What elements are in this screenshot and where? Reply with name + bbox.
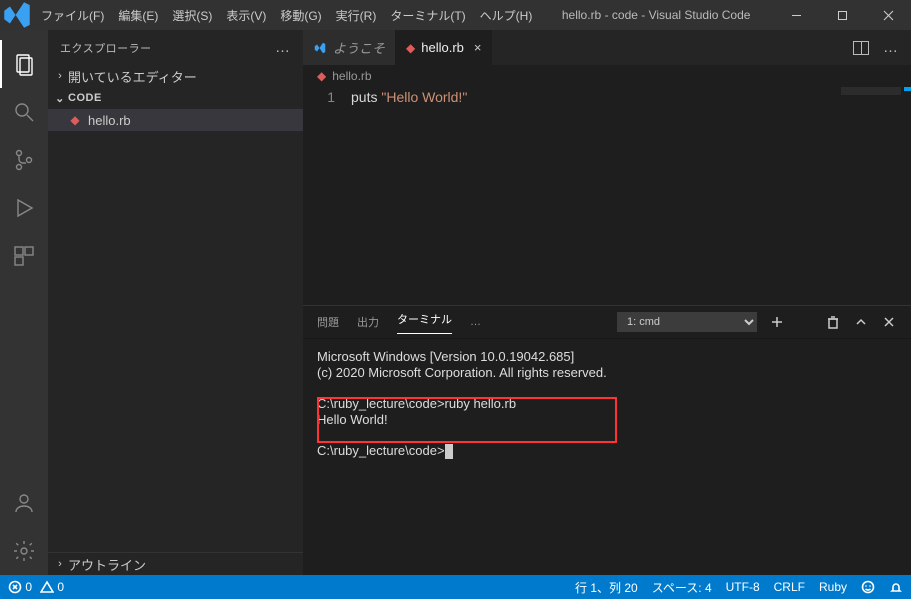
bottom-panel: 問題 出力 ターミナル … 1: cmd Microsoft Windows […: [303, 305, 911, 575]
folder-root-label: CODE: [68, 92, 102, 104]
status-warnings[interactable]: 0: [40, 580, 64, 595]
ruby-file-icon: ◆: [68, 113, 82, 127]
status-indent[interactable]: スペース: 4: [652, 579, 712, 596]
code-editor[interactable]: 1 puts "Hello World!": [303, 87, 911, 305]
chevron-right-icon: ›: [52, 70, 68, 82]
line-number: 1: [303, 87, 351, 305]
term-l1: Microsoft Windows [Version 10.0.19042.68…: [317, 349, 574, 364]
maximize-panel-icon[interactable]: [853, 314, 869, 330]
menu-run[interactable]: 実行(R): [329, 7, 384, 24]
panel-tab-more[interactable]: …: [470, 316, 481, 328]
status-bar: 0 0 行 1、列 20 スペース: 4 UTF-8 CRLF Ruby: [0, 575, 911, 599]
file-hello-rb[interactable]: ◆ hello.rb: [48, 109, 303, 131]
ruby-file-icon: ◆: [317, 69, 326, 83]
status-cursor-pos[interactable]: 行 1、列 20: [575, 579, 638, 596]
outline-section[interactable]: › アウトライン: [48, 553, 303, 575]
settings-gear-icon[interactable]: [0, 527, 48, 575]
term-l4: Hello World!: [317, 412, 388, 427]
overview-ruler: [904, 87, 911, 91]
split-terminal-icon[interactable]: [797, 314, 813, 330]
split-editor-icon[interactable]: [853, 41, 869, 55]
window-title: hello.rb - code - Visual Studio Code: [539, 8, 773, 22]
code-string: "Hello World!": [381, 89, 467, 105]
explorer-title: エクスプローラー: [60, 40, 152, 56]
status-language[interactable]: Ruby: [819, 580, 847, 594]
panel-tab-terminal[interactable]: ターミナル: [397, 311, 452, 334]
open-editors-label: 開いているエディター: [68, 67, 197, 86]
vscode-logo-icon: [0, 0, 34, 32]
breadcrumb[interactable]: ◆ hello.rb: [303, 65, 911, 87]
menu-go[interactable]: 移動(G): [273, 7, 328, 24]
outline-label: アウトライン: [68, 555, 146, 574]
panel-tab-problems[interactable]: 問題: [317, 314, 339, 330]
panel-tab-output[interactable]: 出力: [357, 314, 379, 330]
folder-root[interactable]: ⌄ CODE: [48, 87, 303, 109]
editor-more-icon[interactable]: …: [883, 39, 899, 56]
explorer-sidebar: エクスプローラー … › 開いているエディター ⌄ CODE ◆ hello.r…: [48, 30, 303, 575]
terminal-body[interactable]: Microsoft Windows [Version 10.0.19042.68…: [303, 339, 911, 575]
chevron-right-icon: ›: [52, 558, 68, 570]
source-control-icon[interactable]: [0, 136, 48, 184]
menu-view[interactable]: 表示(V): [219, 7, 273, 24]
term-l3: C:\ruby_lecture\code>ruby hello.rb: [317, 396, 516, 411]
status-errors[interactable]: 0: [8, 580, 32, 595]
code-line: puts "Hello World!": [351, 87, 467, 305]
explorer-icon[interactable]: [0, 40, 48, 88]
delete-terminal-icon[interactable]: [825, 314, 841, 330]
status-feedback-icon[interactable]: [861, 580, 875, 595]
title-bar: ファイル(F) 編集(E) 選択(S) 表示(V) 移動(G) 実行(R) ター…: [0, 0, 911, 30]
chevron-down-icon: ⌄: [52, 92, 68, 105]
menu-select[interactable]: 選択(S): [165, 7, 219, 24]
vscode-icon: [313, 41, 327, 55]
term-l2: (c) 2020 Microsoft Corporation. All righ…: [317, 365, 607, 380]
code-keyword: puts: [351, 89, 377, 105]
editor-tabs: ようこそ ◆ hello.rb × …: [303, 30, 911, 65]
new-terminal-icon[interactable]: [769, 314, 785, 330]
terminal-cursor: [445, 444, 453, 459]
editor-area: ようこそ ◆ hello.rb × … ◆ hello.rb 1 puts "H…: [303, 30, 911, 575]
close-tab-icon[interactable]: ×: [474, 40, 482, 55]
close-panel-icon[interactable]: [881, 314, 897, 330]
account-icon[interactable]: [0, 479, 48, 527]
breadcrumb-label: hello.rb: [332, 69, 371, 83]
terminal-select[interactable]: 1: cmd: [617, 312, 757, 332]
explorer-more-icon[interactable]: …: [275, 39, 291, 56]
status-notifications-icon[interactable]: [889, 580, 903, 595]
menu-file[interactable]: ファイル(F): [34, 7, 111, 24]
extensions-icon[interactable]: [0, 232, 48, 280]
tab-label: hello.rb: [421, 40, 464, 55]
run-debug-icon[interactable]: [0, 184, 48, 232]
status-encoding[interactable]: UTF-8: [726, 580, 760, 594]
close-button[interactable]: [865, 0, 911, 30]
minimap[interactable]: [841, 87, 901, 95]
minimize-button[interactable]: [773, 0, 819, 30]
ruby-file-icon: ◆: [406, 41, 415, 55]
file-label: hello.rb: [88, 113, 131, 128]
menu-edit[interactable]: 編集(E): [111, 7, 165, 24]
maximize-button[interactable]: [819, 0, 865, 30]
term-l5: C:\ruby_lecture\code>: [317, 443, 445, 458]
open-editors-section[interactable]: › 開いているエディター: [48, 65, 303, 87]
tab-welcome[interactable]: ようこそ: [303, 30, 396, 65]
menu-help[interactable]: ヘルプ(H): [473, 7, 540, 24]
search-icon[interactable]: [0, 88, 48, 136]
tab-hello-rb[interactable]: ◆ hello.rb ×: [396, 30, 492, 65]
menu-terminal[interactable]: ターミナル(T): [383, 7, 472, 24]
menu-bar: ファイル(F) 編集(E) 選択(S) 表示(V) 移動(G) 実行(R) ター…: [34, 7, 539, 24]
activity-bar: [0, 30, 48, 575]
tab-label: ようこそ: [333, 38, 385, 57]
status-eol[interactable]: CRLF: [774, 580, 805, 594]
